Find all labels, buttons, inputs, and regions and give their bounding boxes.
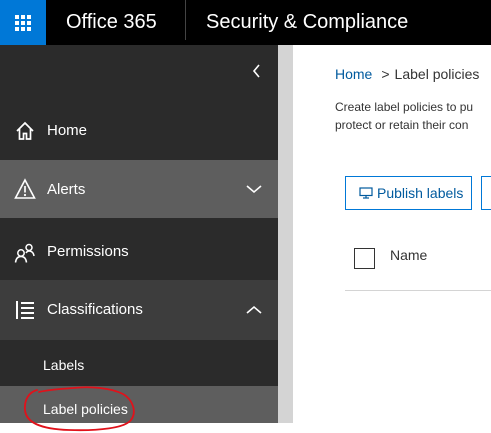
publish-icon	[359, 187, 373, 199]
description-line: protect or retain their con	[335, 118, 469, 132]
next-toolbar-button[interactable]	[481, 176, 491, 210]
app-launcher-icon	[15, 14, 31, 31]
header-divider	[185, 0, 186, 40]
sidebar-item-classifications[interactable]: Classifications	[0, 280, 278, 340]
app-launcher-button[interactable]	[0, 0, 46, 45]
breadcrumb-home-link[interactable]: Home	[335, 66, 372, 82]
sidebar-subitem-label-policies[interactable]: Label policies	[0, 386, 278, 423]
app-title[interactable]: Security & Compliance	[206, 0, 408, 45]
sidebar-subitem-label: Label policies	[43, 401, 128, 417]
list-icon	[16, 301, 34, 319]
collapse-nav-button[interactable]	[246, 59, 266, 83]
sidebar-item-label: Alerts	[47, 181, 86, 198]
column-header-name[interactable]: Name	[390, 247, 427, 263]
table-header-divider	[345, 290, 491, 291]
sidebar-item-permissions[interactable]: Permissions	[0, 218, 278, 280]
chevron-down-icon[interactable]	[246, 184, 262, 194]
home-icon	[16, 121, 34, 140]
publish-labels-label: Publish labels	[377, 185, 464, 201]
page-description: Create label policies to pu protect or r…	[335, 98, 491, 134]
top-bar: Office 365 Security & Compliance	[0, 0, 491, 45]
sidebar-item-home[interactable]: Home	[0, 101, 278, 161]
chevron-up-icon[interactable]	[246, 305, 262, 315]
sidebar-item-label: Classifications	[47, 301, 143, 318]
sidebar-item-label: Permissions	[47, 243, 129, 260]
chevron-left-icon	[252, 64, 260, 78]
people-icon	[14, 243, 35, 263]
breadcrumb: Home > Label policies	[335, 66, 479, 86]
description-line: Create label policies to pu	[335, 100, 474, 114]
select-all-checkbox[interactable]	[354, 248, 375, 269]
sidebar-subitem-labels[interactable]: Labels	[0, 340, 278, 386]
breadcrumb-separator: >	[381, 66, 390, 82]
warning-icon	[14, 178, 36, 199]
sidebar-scrollbar[interactable]	[278, 45, 293, 423]
breadcrumb-current: Label policies	[394, 66, 480, 82]
sidebar-subitem-label: Labels	[43, 357, 85, 373]
sidebar-item-label: Home	[47, 122, 88, 139]
brand-title[interactable]: Office 365	[66, 0, 157, 45]
sidebar-item-alerts[interactable]: Alerts	[0, 160, 278, 218]
publish-labels-button[interactable]: Publish labels	[345, 176, 472, 210]
